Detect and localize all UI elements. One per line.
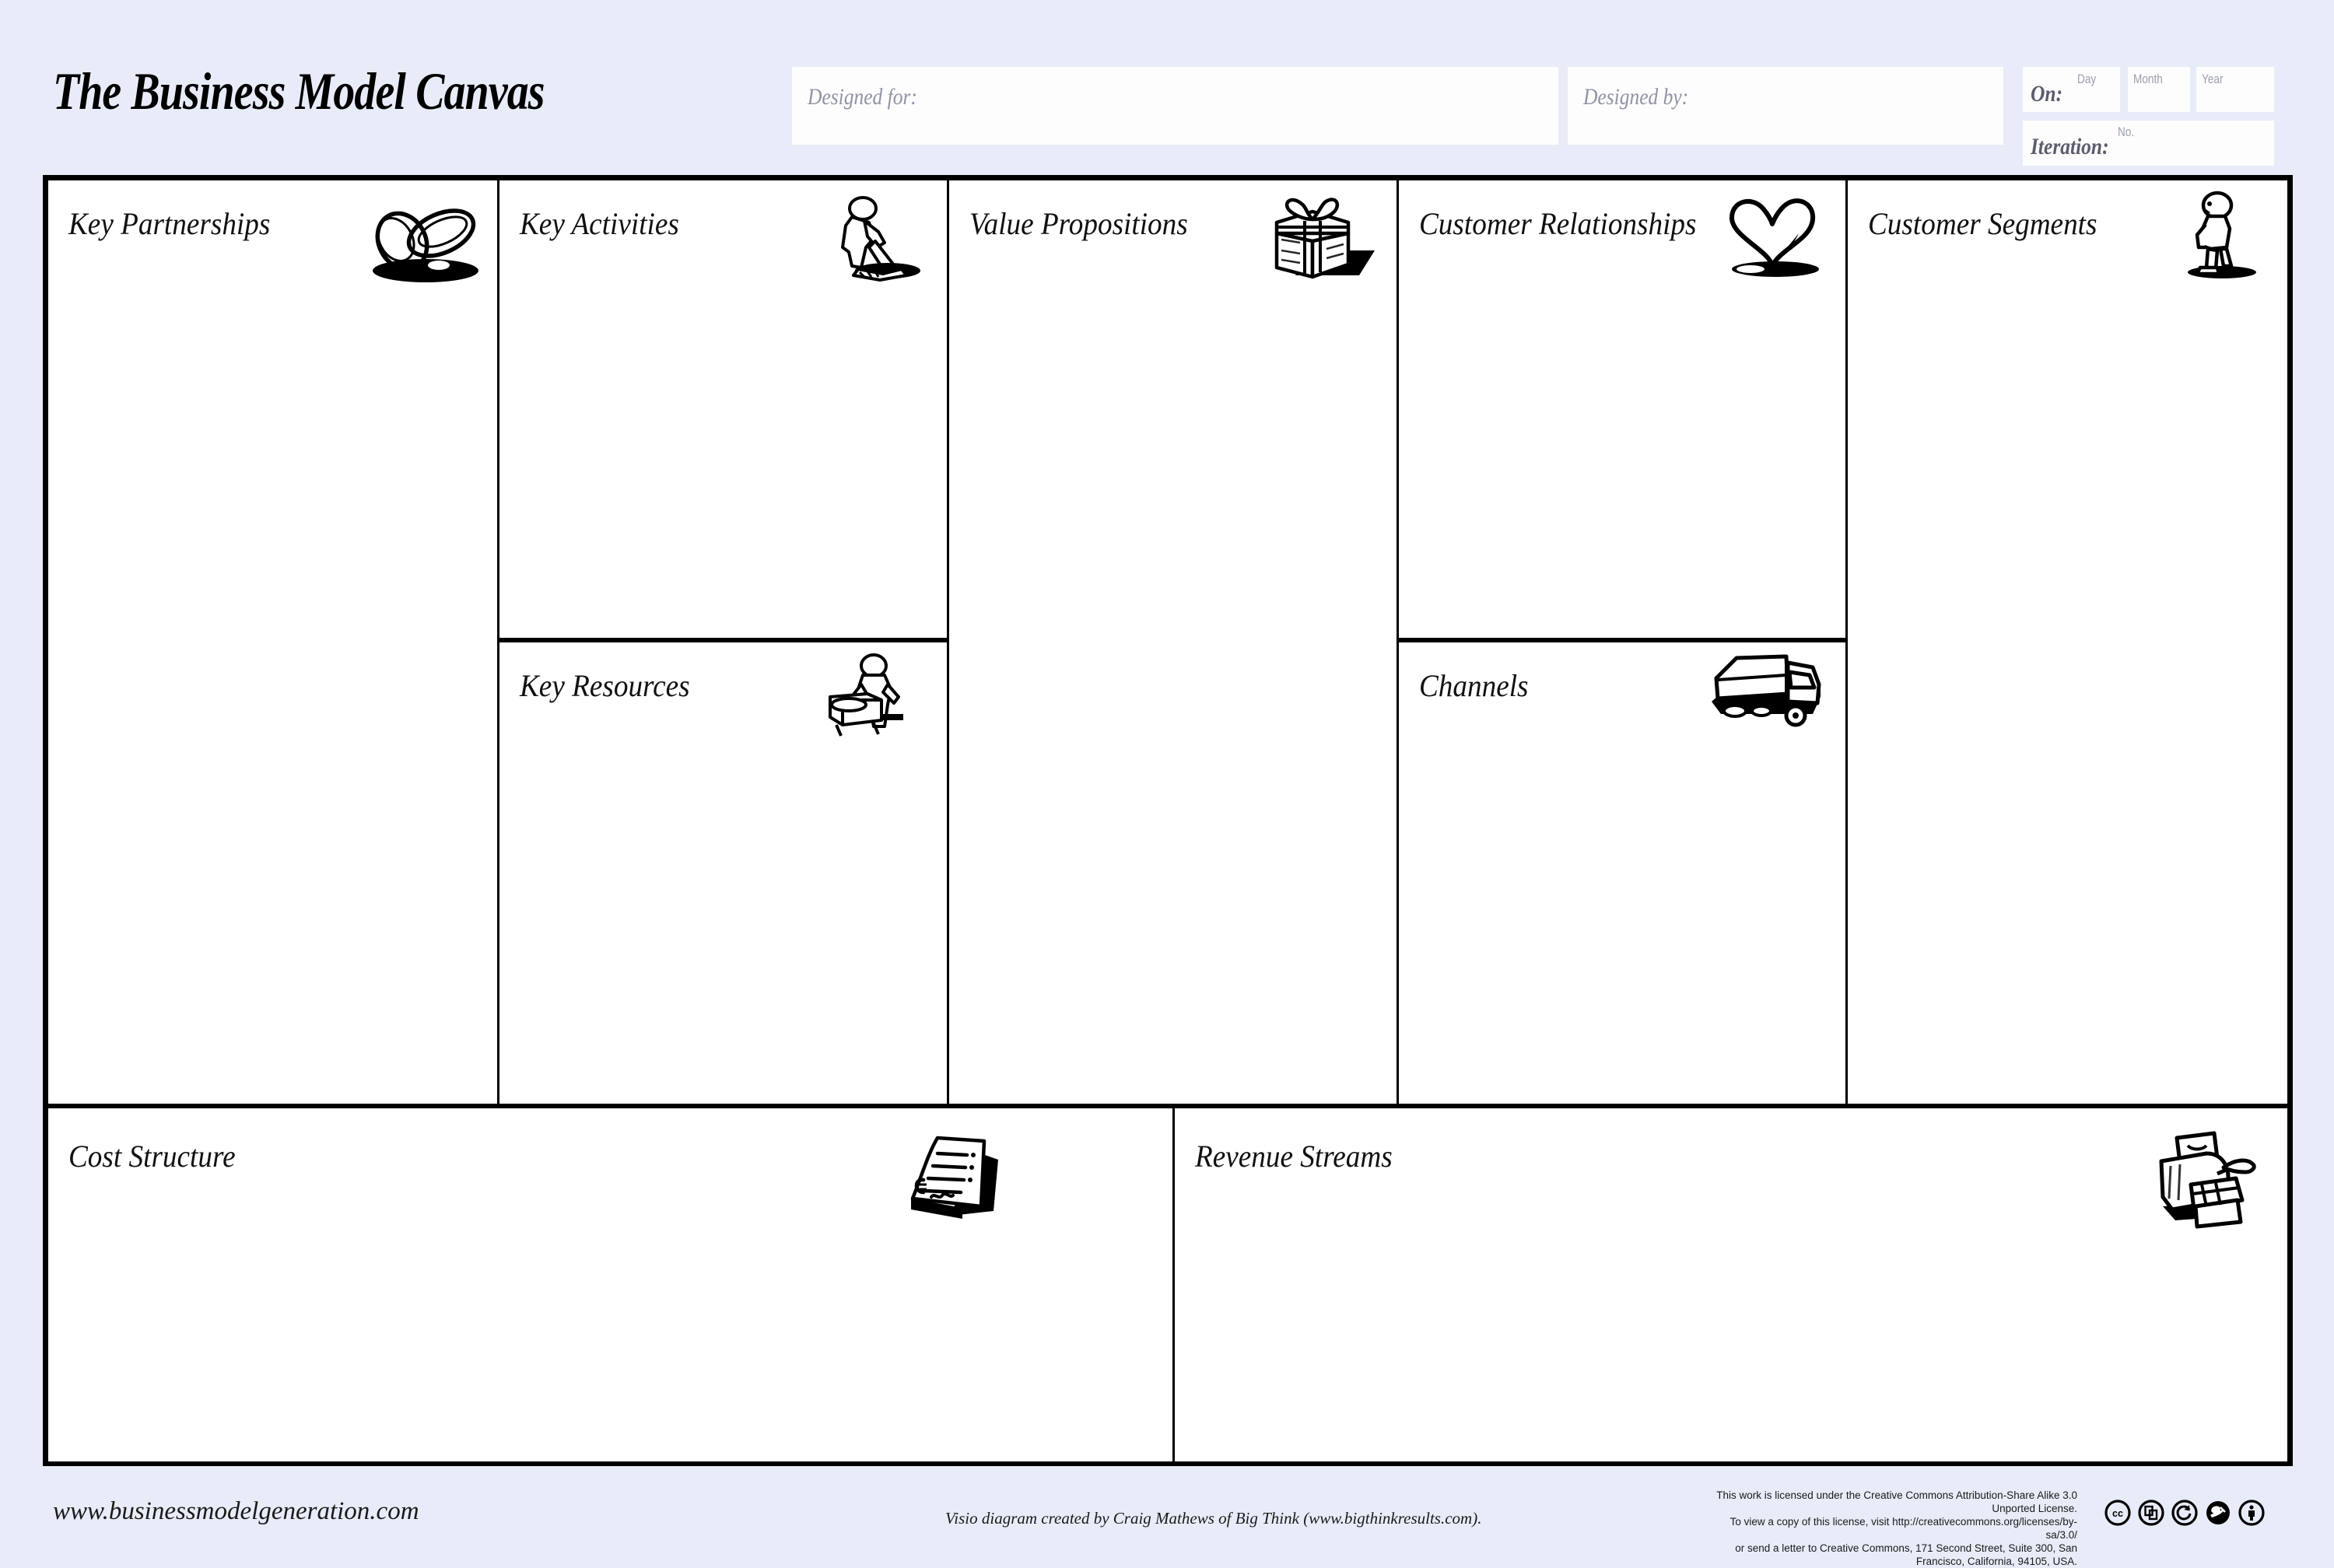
day-label: Day xyxy=(2077,72,2097,86)
canvas-grid: Key Partnerships Key Activities Key Reso… xyxy=(43,175,2293,1466)
iteration-no-label: No. xyxy=(2118,124,2135,139)
block-content-customer-relationships[interactable] xyxy=(1419,255,1833,625)
cc-share-icon[interactable] xyxy=(2138,1500,2164,1526)
block-content-cost-structure[interactable] xyxy=(68,1194,1160,1449)
business-model-canvas-page: The Business Model Canvas Designed for: … xyxy=(0,0,2334,1567)
creative-commons-badges: cc xyxy=(2104,1500,2265,1526)
website-url[interactable]: www.businessmodelgeneration.com xyxy=(53,1497,419,1526)
block-title-revenue-streams: Revenue Streams xyxy=(1195,1139,1393,1174)
block-title-key-resources: Key Resources xyxy=(520,668,690,703)
block-title-channels: Channels xyxy=(1419,668,1529,703)
cc-remix-icon[interactable] xyxy=(2205,1500,2231,1526)
block-title-key-activities: Key Activities xyxy=(520,206,679,241)
year-label: Year xyxy=(2202,72,2224,86)
block-title-value-propositions: Value Propositions xyxy=(969,206,1188,241)
block-content-key-resources[interactable] xyxy=(520,717,934,1091)
block-content-channels[interactable] xyxy=(1419,717,1833,1091)
block-content-key-partnerships[interactable] xyxy=(68,255,485,1091)
block-title-key-partnerships: Key Partnerships xyxy=(68,206,271,241)
designed-by-label: Designed by: xyxy=(1583,84,1689,110)
block-revenue-streams[interactable]: Revenue Streams xyxy=(1175,1108,2287,1461)
license-line-3: or send a letter to Creative Commons, 17… xyxy=(1735,1542,2077,1567)
license-line-2: To view a copy of this license, visit ht… xyxy=(1729,1516,2077,1541)
designed-for-label: Designed for: xyxy=(808,84,917,110)
block-cost-structure[interactable]: Cost Structure xyxy=(48,1108,1172,1461)
block-value-propositions[interactable]: Value Propositions xyxy=(949,180,1397,1104)
block-content-customer-segments[interactable] xyxy=(1868,255,2275,1091)
cc-share-alike-icon[interactable] xyxy=(2171,1500,2198,1526)
block-customer-segments[interactable]: Customer Segments xyxy=(1848,180,2287,1104)
canvas-header: The Business Model Canvas Designed for: … xyxy=(0,0,2334,175)
block-content-key-activities[interactable] xyxy=(520,255,934,625)
cc-attribution-icon[interactable] xyxy=(2238,1500,2265,1526)
page-title: The Business Model Canvas xyxy=(53,61,545,121)
block-title-cost-structure: Cost Structure xyxy=(68,1139,236,1174)
block-title-customer-relationships: Customer Relationships xyxy=(1419,206,1697,241)
license-text: This work is licensed under the Creative… xyxy=(1704,1489,2077,1568)
diagram-credit: Visio diagram created by Craig Mathews o… xyxy=(945,1509,1482,1528)
block-content-value-propositions[interactable] xyxy=(969,255,1384,1091)
iteration-label: Iteration: xyxy=(2031,134,2109,159)
block-content-revenue-streams[interactable] xyxy=(1195,1194,2275,1449)
month-label: Month xyxy=(2133,72,2163,86)
svg-text:cc: cc xyxy=(2112,1508,2123,1519)
block-key-activities[interactable]: Key Activities xyxy=(499,180,947,638)
block-channels[interactable]: Channels xyxy=(1399,642,1845,1104)
license-line-1: This work is licensed under the Creative… xyxy=(1716,1489,2077,1514)
cc-logo-icon[interactable]: cc xyxy=(2104,1500,2131,1526)
block-customer-relationships[interactable]: Customer Relationships xyxy=(1399,180,1845,638)
on-label: On: xyxy=(2031,81,2063,107)
block-key-partnerships[interactable]: Key Partnerships xyxy=(48,180,497,1104)
block-key-resources[interactable]: Key Resources xyxy=(499,642,947,1104)
block-title-customer-segments: Customer Segments xyxy=(1868,206,2097,241)
